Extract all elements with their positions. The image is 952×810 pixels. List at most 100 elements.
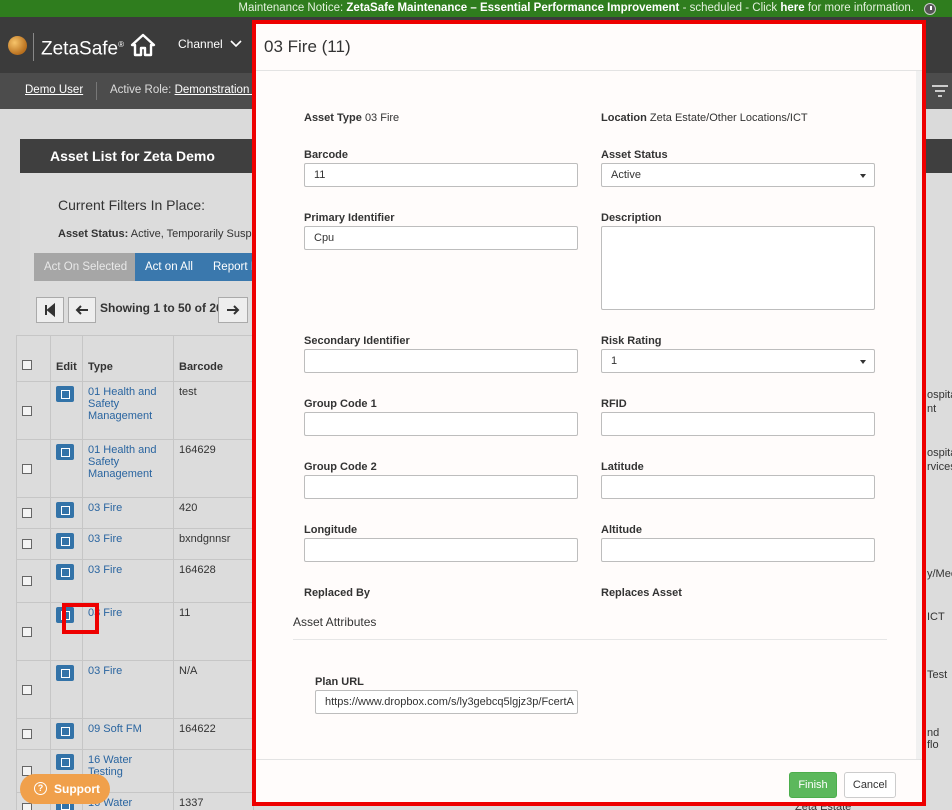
caret-down-icon [860,360,866,364]
next-page-button[interactable] [218,297,248,323]
home-icon[interactable] [130,33,156,57]
select-all-checkbox[interactable] [22,360,32,370]
type-cell: 01 Health and Safety Management [82,439,174,498]
asset-status-select[interactable]: Active [601,163,875,187]
asset-table: Edit Type Barcode 01 Health and Safety M… [16,335,254,810]
altitude-label: Altitude [601,524,642,536]
finish-button[interactable]: Finish [789,772,837,798]
primary-identifier-label: Primary Identifier [304,212,395,224]
act-on-selected-button[interactable]: Act On Selected [34,253,138,281]
user-link[interactable]: Demo User [25,84,83,96]
asset-type-label: Asset Type [304,112,362,124]
barcode-cell: 1337 [173,792,254,810]
secondary-identifier-field[interactable] [304,349,578,373]
divider [96,82,97,100]
scrollbar[interactable] [916,71,922,759]
row-checkbox[interactable] [22,539,32,549]
brand-name: ZetaSafe [41,38,119,60]
risk-rating-label: Risk Rating [601,335,662,347]
row-checkbox[interactable] [22,802,32,810]
channel-dropdown[interactable]: Channel [178,37,242,51]
asset-status-value: Active [611,169,641,181]
type-cell: 03 Fire [82,497,174,529]
row-location-fragment: nd flo [927,727,940,751]
location: Location Zeta Estate/Other Locations/ICT [601,112,808,124]
row-checkbox[interactable] [22,463,32,474]
type-link[interactable]: 09 Soft FM [88,723,142,735]
row-checkbox[interactable] [22,729,32,739]
plan-url-label: Plan URL [315,676,364,688]
table-row: 09 Soft FM 164622 [16,718,254,750]
replaced-by-label: Replaced By [304,587,371,599]
rfid-field[interactable] [601,412,875,436]
type-link[interactable]: 03 Fire [88,564,122,576]
logo-icon [8,36,27,55]
filters-status-label: Asset Status: [58,228,129,240]
description-textarea[interactable] [601,226,875,310]
plan-url-field[interactable]: https://www.dropbox.com/s/ly3gebcq5lgjz3… [315,690,578,714]
edit-icon[interactable] [56,502,74,518]
edit-icon[interactable] [56,444,74,460]
first-page-button[interactable] [36,297,64,323]
barcode-header[interactable]: Barcode [173,335,254,382]
pagination-status: Showing 1 to 50 of 266 [100,301,230,315]
row-checkbox[interactable] [22,684,32,695]
longitude-label: Longitude [304,524,358,536]
group-code-2-label: Group Code 2 [304,461,377,473]
cancel-button[interactable]: Cancel [844,772,896,798]
edit-icon[interactable] [56,386,74,402]
barcode-cell: 164622 [173,718,254,750]
edit-cell [50,528,83,560]
row-checkbox[interactable] [22,508,32,518]
type-link[interactable]: 01 Health and Safety Management [88,444,157,480]
row-select-cell [16,559,51,603]
brand-logo[interactable]: ZetaSafe® [33,33,124,62]
edit-icon[interactable] [56,754,74,770]
support-button[interactable]: ? Support [20,774,110,804]
row-checkbox[interactable] [22,626,32,637]
modal-header: 03 Fire (11) [256,24,922,71]
row-location-fragment: ICT [927,611,945,623]
type-link[interactable]: 03 Fire [88,665,122,677]
filter-menu-icon[interactable] [932,85,948,97]
type-link[interactable]: 03 Fire [88,533,122,545]
notice-title: ZetaSafe Maintenance – Essential Perform… [346,2,680,14]
chevron-down-icon [230,40,242,48]
highlight-edit [62,603,99,634]
maintenance-notice: Maintenance Notice: ZetaSafe Maintenance… [0,0,952,17]
row-checkbox[interactable] [22,405,32,416]
type-cell: 09 Soft FM [82,718,174,750]
act-on-all-button[interactable]: Act on All [135,253,203,281]
channel-label: Channel [178,37,223,51]
edit-icon[interactable] [56,533,74,549]
caret-down-icon [860,174,866,178]
type-link[interactable]: 03 Fire [88,502,122,514]
row-checkbox[interactable] [22,576,32,586]
type-header[interactable]: Type [82,335,174,382]
edit-icon[interactable] [56,723,74,739]
notice-prefix: Maintenance Notice: [238,2,344,14]
row-location-fragment: rvices [927,461,952,473]
table-row: 03 Fire 11 [16,602,254,661]
edit-icon[interactable] [56,564,74,580]
location-value: Zeta Estate/Other Locations/ICT [649,112,808,124]
primary-identifier-field[interactable]: Cpu [304,226,578,250]
barcode-field[interactable]: 11 [304,163,578,187]
prev-page-button[interactable] [68,297,96,323]
barcode-cell: 164629 [173,439,254,498]
table-row: 01 Health and Safety Management 164629 [16,439,254,498]
group-code-1-field[interactable] [304,412,578,436]
altitude-field[interactable] [601,538,875,562]
latitude-field[interactable] [601,475,875,499]
group-code-2-field[interactable] [304,475,578,499]
table-row: 01 Health and Safety Management test [16,381,254,440]
type-link[interactable]: 01 Health and Safety Management [88,386,157,422]
risk-rating-select[interactable]: 1 [601,349,875,373]
longitude-field[interactable] [304,538,578,562]
notice-link[interactable]: here [780,2,804,14]
select-all-header [16,335,51,382]
row-location-fragment: Test [927,669,948,681]
barcode-cell: 11 [173,602,254,661]
type-cell: 03 Fire [82,528,174,560]
edit-icon[interactable] [56,665,74,681]
